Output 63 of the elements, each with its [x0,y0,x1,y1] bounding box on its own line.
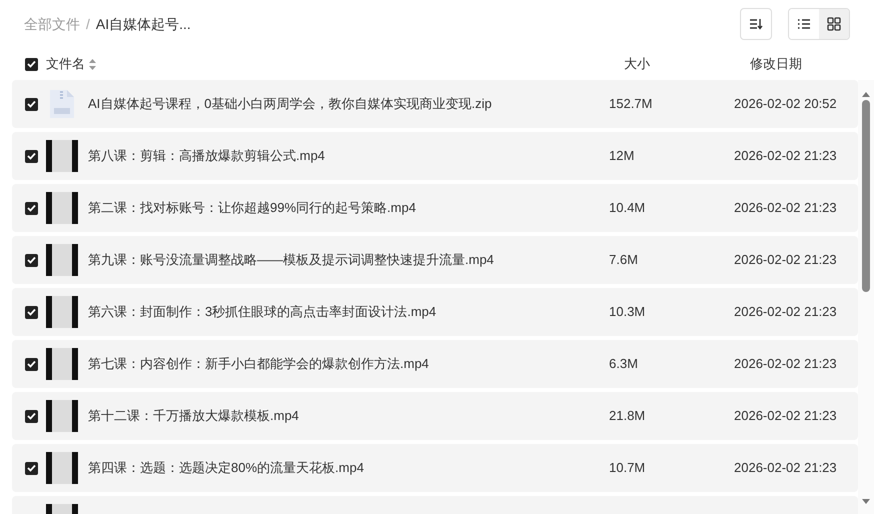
video-thumbnail [46,140,78,172]
file-row[interactable]: 第十二课：千万播放大爆款模板.mp4 21.8M 2026-02-02 21:23 [12,392,858,440]
video-thumbnail [46,244,78,276]
file-name: 第六课：封面制作：3秒抓住眼球的高点击率封面设计法.mp4 [88,303,438,322]
checkbox[interactable] [25,202,38,214]
breadcrumb-current: AI自媒体起号... [96,14,191,34]
video-thumbnail [46,348,78,380]
scrollbar[interactable] [858,80,874,514]
file-name: 第十二课：千万播放大爆款模板.mp4 [88,407,300,426]
grid-view-button[interactable] [819,9,849,39]
modified-date: 2026-02-02 21:23 [734,459,838,478]
grid-icon [827,17,841,31]
file-name: 第七课：内容创作：新手小白都能学会的爆款创作方法.mp4 [88,355,430,374]
sort-icon[interactable] [89,58,96,70]
checkbox[interactable] [25,98,38,110]
checkbox[interactable] [25,254,38,266]
file-size: 10.4M [609,199,646,218]
list-icon [797,18,811,30]
checkbox[interactable] [25,358,38,370]
file-name: AI自媒体起号课程，0基础小白两周学会，教你自媒体实现商业变现.zip [88,95,493,114]
breadcrumb-separator: / [86,14,90,34]
file-size: 10.7M [609,459,646,478]
file-size: 7.6M [609,251,639,270]
file-row[interactable]: 第四课：选题：选题决定80%的流量天花板.mp4 10.7M 2026-02-02 21:23 [12,444,858,492]
sort-button[interactable] [740,8,772,40]
file-size: 6.3M [609,355,639,374]
file-row[interactable]: AI自媒体起号课程，0基础小白两周学会，教你自媒体实现商业变现.zip 152.7M 2026-02-02 20:52 [12,80,858,128]
modified-date: 2026-02-02 20:52 [734,95,838,114]
file-size: 152.7M [609,95,654,114]
checkbox[interactable] [25,410,38,422]
video-thumbnail [46,192,78,224]
modified-date: 2026-02-02 21:23 [734,199,838,218]
file-row[interactable]: 第八课：剪辑：高播放爆款剪辑公式.mp4 12M 2026-02-02 21:23 [12,132,858,180]
scroll-up-icon[interactable] [861,90,871,98]
video-thumbnail [46,400,78,432]
modified-date: 2026-02-02 21:23 [734,251,838,270]
file-name: 第八课：剪辑：高播放爆款剪辑公式.mp4 [88,147,326,166]
video-thumbnail [46,296,78,328]
column-header[interactable]: 大小 [624,54,750,74]
modified-date: 2026-02-02 21:23 [734,355,838,374]
sort-icon [749,18,763,30]
file-name: 第九课：账号没流量调整战略——模板及提示词调整快速提升流量.mp4 [88,251,495,270]
checkbox[interactable] [25,306,38,318]
file-row[interactable]: 第六课：封面制作：3秒抓住眼球的高点击率封面设计法.mp4 10.3M 2026-02-02 21:23 [12,288,858,336]
file-row[interactable]: 第二课：找对标账号：让你超越99%同行的起号策略.mp4 10.4M 2026-02-02 21:23 [12,184,858,232]
checkbox[interactable] [25,462,38,474]
scroll-thumb[interactable] [862,100,870,292]
file-row[interactable]: 第九课：账号没流量调整战略——模板及提示词调整快速提升流量.mp4 7.6M 2026-02-02 21:23 [12,236,858,284]
checkbox[interactable] [25,150,38,162]
column-header[interactable]: 修改日期 [750,54,874,74]
file-size: 21.8M [609,407,646,426]
modified-date: 2026-02-02 21:23 [734,147,838,166]
file-size: 10.3M [609,303,646,322]
checkbox[interactable] [25,58,38,70]
file-name: 第四课：选题：选题决定80%的流量天花板.mp4 [88,459,365,478]
file-size: 12M [609,147,636,166]
scroll-down-icon[interactable] [861,498,871,506]
column-header[interactable]: 文件名 [46,54,85,74]
file-name: 第二课：找对标账号：让你超越99%同行的起号策略.mp4 [88,199,417,218]
file-row[interactable]: 第七课：内容创作：新手小白都能学会的爆款创作方法.mp4 6.3M 2026-02-02 21:23 [12,340,858,388]
modified-date: 2026-02-02 21:23 [734,407,838,426]
video-thumbnail [46,452,78,484]
modified-date: 2026-02-02 21:23 [734,303,838,322]
